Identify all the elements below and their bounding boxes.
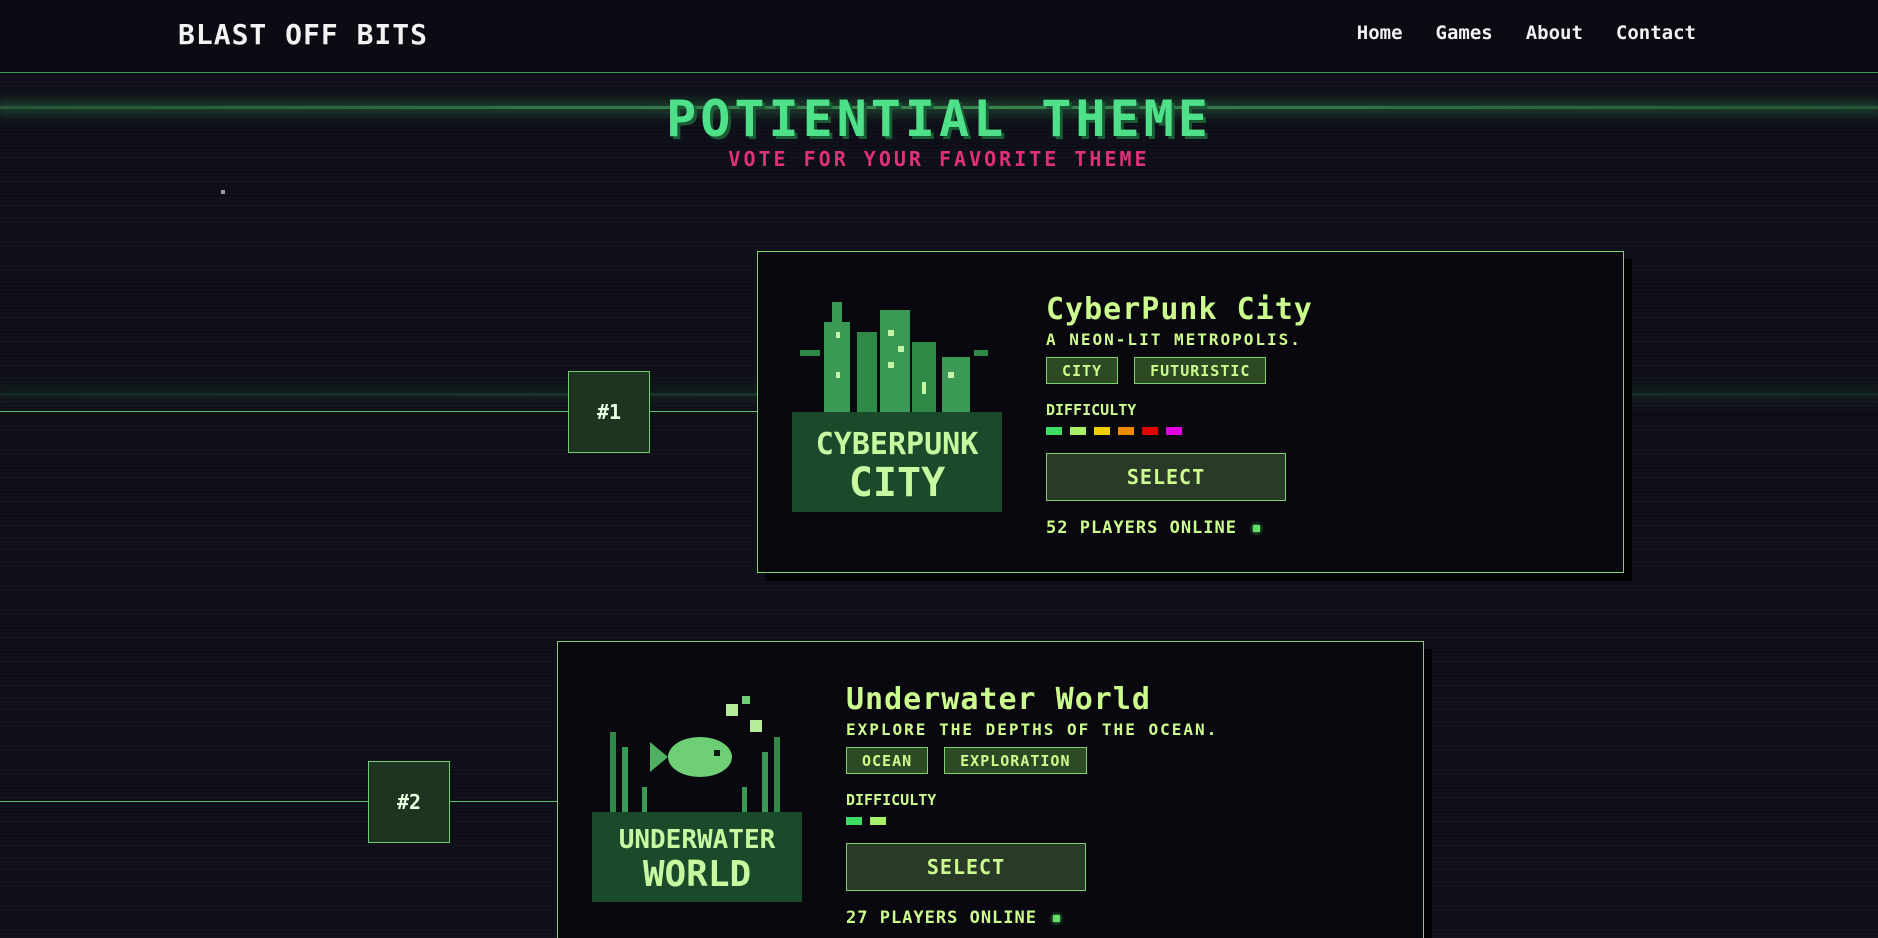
connector-line-2 bbox=[0, 801, 558, 802]
difficulty-pip bbox=[1166, 427, 1182, 435]
theme-description: EXPLORE THE DEPTHS OF THE OCEAN. bbox=[846, 720, 1219, 739]
nav-contact[interactable]: Contact bbox=[1616, 22, 1696, 44]
online-status-icon bbox=[1053, 914, 1060, 922]
art-title-line-1: CYBERPUNK bbox=[816, 427, 979, 462]
cyberpunk-city-art: CYBERPUNK CITY bbox=[792, 302, 1002, 512]
players-online: 27 PLAYERS ONLINE bbox=[846, 908, 1386, 928]
theme-card-underwater: UNDERWATER WORLD Underwater World EXPLOR… bbox=[557, 641, 1424, 938]
nav-games[interactable]: Games bbox=[1436, 22, 1493, 44]
art-title-line-2: WORLD bbox=[643, 854, 751, 895]
difficulty-pip bbox=[1046, 427, 1062, 435]
card-body: CyberPunk City A NEON-LIT METROPOLIS. CI… bbox=[1046, 292, 1586, 538]
card-body: Underwater World EXPLORE THE DEPTHS OF T… bbox=[846, 682, 1386, 928]
difficulty-label: DIFFICULTY bbox=[846, 791, 937, 809]
online-status-icon bbox=[1253, 524, 1260, 532]
page-title: POTIENTIAL THEME bbox=[666, 90, 1212, 148]
tag: EXPLORATION bbox=[944, 747, 1087, 774]
navbar: BLAST OFF BITS Home Games About Contact bbox=[0, 0, 1878, 73]
difficulty-pip bbox=[1142, 427, 1158, 435]
theme-title: Underwater World bbox=[846, 682, 1151, 717]
players-online-count: 52 PLAYERS ONLINE bbox=[1046, 518, 1237, 538]
underwater-world-art: UNDERWATER WORLD bbox=[592, 696, 802, 902]
difficulty-meter bbox=[846, 817, 1386, 825]
art-title-line-2: CITY bbox=[849, 460, 945, 506]
brand-logo[interactable]: BLAST OFF BITS bbox=[178, 18, 428, 51]
theme-card-cyberpunk: CYBERPUNK CITY CyberPunk City A NEON-LIT… bbox=[757, 251, 1624, 573]
difficulty-meter bbox=[1046, 427, 1586, 435]
difficulty-pip bbox=[1118, 427, 1134, 435]
theme-title: CyberPunk City bbox=[1046, 292, 1313, 327]
nav-about[interactable]: About bbox=[1526, 22, 1583, 44]
page-subtitle: VOTE FOR YOUR FAVORITE THEME bbox=[728, 147, 1150, 171]
rank-badge: #1 bbox=[568, 371, 650, 453]
difficulty-pip bbox=[870, 817, 886, 825]
rank-badge: #2 bbox=[368, 761, 450, 843]
tag: FUTURISTIC bbox=[1134, 357, 1267, 384]
difficulty-pip bbox=[1070, 427, 1086, 435]
select-button[interactable]: SELECT bbox=[1046, 453, 1286, 501]
tag: OCEAN bbox=[846, 747, 929, 774]
star-decoration bbox=[834, 575, 837, 578]
select-button[interactable]: SELECT bbox=[846, 843, 1086, 891]
art-title-line-1: UNDERWATER bbox=[619, 825, 776, 855]
nav-links: Home Games About Contact bbox=[1357, 22, 1696, 44]
tag-list: OCEAN EXPLORATION bbox=[846, 747, 1386, 774]
tag: CITY bbox=[1046, 357, 1119, 384]
difficulty-label: DIFFICULTY bbox=[1046, 401, 1137, 419]
nav-home[interactable]: Home bbox=[1357, 22, 1403, 44]
players-online-count: 27 PLAYERS ONLINE bbox=[846, 908, 1037, 928]
players-online: 52 PLAYERS ONLINE bbox=[1046, 518, 1586, 538]
difficulty-pip bbox=[846, 817, 862, 825]
tag-list: CITY FUTURISTIC bbox=[1046, 357, 1586, 384]
star-decoration bbox=[221, 190, 225, 194]
theme-description: A NEON-LIT METROPOLIS. bbox=[1046, 330, 1302, 349]
difficulty-pip bbox=[1094, 427, 1110, 435]
